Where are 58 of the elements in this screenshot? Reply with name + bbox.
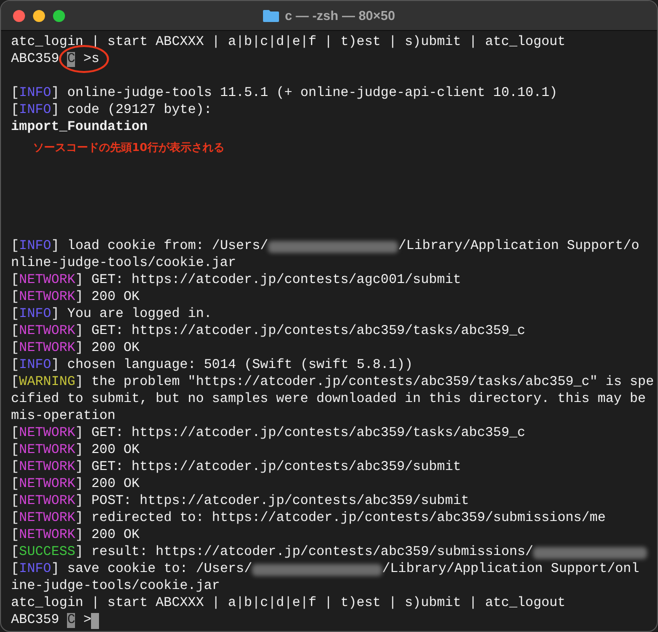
- terminal-text: result: https://atcoder.jp/contests/abc359/submissions/: [91, 544, 534, 561]
- terminal-text: 200 OK: [91, 340, 140, 357]
- log-level-tag: [INFO]: [11, 102, 60, 119]
- log-level-tag: [NETWORK]: [11, 340, 84, 357]
- log-level-tag: [NETWORK]: [11, 289, 84, 306]
- prompt-text: ABC359: [11, 51, 60, 68]
- log-level-tag: [NETWORK]: [11, 323, 84, 340]
- terminal-text: load cookie from: /Users/: [67, 238, 268, 255]
- terminal-line: cified to submit, but no samples were downloaded in this directory. this may be: [11, 391, 646, 408]
- log-level-tag: [NETWORK]: [11, 493, 84, 510]
- code-line: import_Foundation: [11, 119, 148, 136]
- terminal-line: ine-judge-tools/cookie.jar: [11, 578, 220, 595]
- terminal-text: chosen language: 5014 (Swift (swift 5.8.1)): [67, 357, 413, 374]
- annotation-text: ソースコードの先頭10行が表示される: [33, 140, 224, 156]
- log-level-tag: [NETWORK]: [11, 527, 84, 544]
- log-level-tag: [INFO]: [11, 561, 60, 578]
- log-level-tag: [NETWORK]: [11, 272, 84, 289]
- log-level-tag: [NETWORK]: [11, 425, 84, 442]
- terminal-line: mis-operation: [11, 408, 116, 425]
- terminal-text: save cookie to: /Users/: [67, 561, 252, 578]
- terminal-text: 200 OK: [91, 442, 140, 459]
- prompt-text: ABC359: [11, 612, 60, 629]
- terminal-text: /Library/Application Support/o: [398, 238, 640, 255]
- log-level-tag: [NETWORK]: [11, 442, 84, 459]
- zoom-button[interactable]: [53, 10, 65, 22]
- log-level-tag: [INFO]: [11, 306, 60, 323]
- terminal-line: nline-judge-tools/cookie.jar: [11, 255, 236, 272]
- log-level-tag: [WARNING]: [11, 374, 84, 391]
- log-level-tag: [SUCCESS]: [11, 544, 84, 561]
- terminal-text: 200 OK: [91, 289, 140, 306]
- close-button[interactable]: [13, 10, 25, 22]
- terminal-text: redirected to: https://atcoder.jp/contests/abc359/submissions/me: [91, 510, 606, 527]
- log-level-tag: [NETWORK]: [11, 476, 84, 493]
- terminal-text: GET: https://atcoder.jp/contests/agc001/submit: [91, 272, 462, 289]
- log-level-tag: [NETWORK]: [11, 459, 84, 476]
- terminal-text: /Library/Application Support/onl: [382, 561, 640, 578]
- terminal-text: the problem "https://atcoder.jp/contests/abc359/tasks/abc359_c" is spe: [91, 374, 654, 391]
- highlighted-text: C: [67, 613, 76, 628]
- terminal-line: atc_login | start ABCXXX | a|b|c|d|e|f | t)est | s)ubmit | atc_logout: [11, 595, 566, 612]
- log-level-tag: [NETWORK]: [11, 510, 84, 527]
- prompt-text: >: [83, 612, 92, 629]
- log-level-tag: [INFO]: [11, 85, 60, 102]
- terminal-text: 200 OK: [91, 527, 140, 544]
- terminal-text: You are logged in.: [67, 306, 212, 323]
- log-level-tag: [INFO]: [11, 357, 60, 374]
- window-title: c — -zsh — 80×50: [284, 6, 396, 25]
- terminal-text: POST: https://atcoder.jp/contests/abc359/submit: [91, 493, 470, 510]
- folder-icon: [262, 9, 279, 22]
- terminal-text: GET: https://atcoder.jp/contests/abc359/tasks/abc359_c: [91, 323, 526, 340]
- prompt-text: >s: [83, 51, 100, 68]
- log-level-tag: [INFO]: [11, 238, 60, 255]
- terminal-text: online-judge-tools 11.5.1 (+ online-judge-api-client 10.10.1): [67, 85, 558, 102]
- terminal-text: GET: https://atcoder.jp/contests/abc359/tasks/abc359_c: [91, 425, 526, 442]
- terminal-text: GET: https://atcoder.jp/contests/abc359/submit: [91, 459, 462, 476]
- terminal-text: 200 OK: [91, 476, 140, 493]
- terminal-text: code (29127 byte):: [67, 102, 212, 119]
- minimize-button[interactable]: [33, 10, 45, 22]
- highlighted-text: C: [67, 52, 76, 67]
